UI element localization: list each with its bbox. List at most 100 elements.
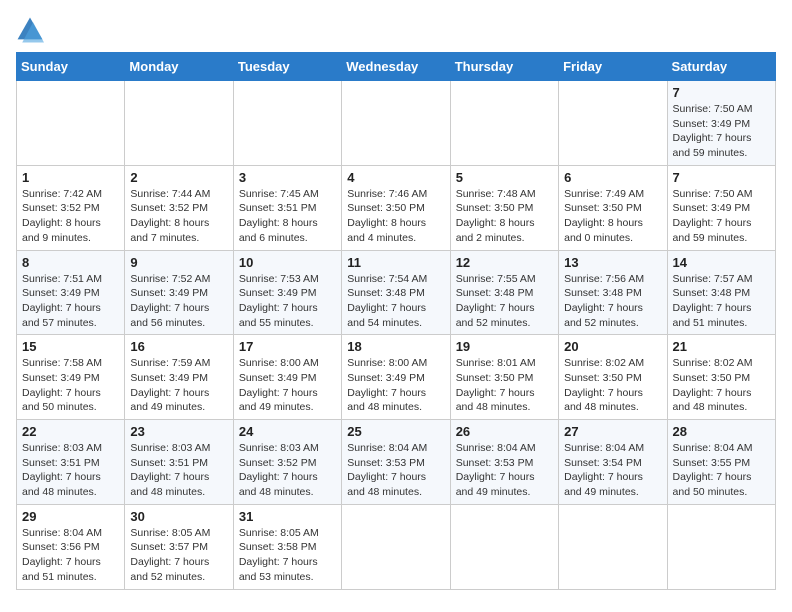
day-detail: Sunrise: 8:00 AMSunset: 3:49 PMDaylight:… — [347, 356, 444, 415]
calendar-week-row: 29 Sunrise: 8:04 AMSunset: 3:56 PMDaylig… — [17, 504, 776, 589]
logo — [16, 16, 48, 44]
day-detail: Sunrise: 8:03 AMSunset: 3:51 PMDaylight:… — [130, 441, 227, 500]
day-detail: Sunrise: 7:45 AMSunset: 3:51 PMDaylight:… — [239, 187, 336, 246]
header-friday: Friday — [559, 53, 667, 81]
day-number: 7 — [673, 85, 770, 100]
calendar-cell: 21 Sunrise: 8:02 AMSunset: 3:50 PMDaylig… — [667, 335, 775, 420]
day-number: 2 — [130, 170, 227, 185]
day-detail: Sunrise: 7:51 AMSunset: 3:49 PMDaylight:… — [22, 272, 119, 331]
calendar-cell — [450, 504, 558, 589]
calendar-cell: 10 Sunrise: 7:53 AMSunset: 3:49 PMDaylig… — [233, 250, 341, 335]
calendar-cell: 28 Sunrise: 8:04 AMSunset: 3:55 PMDaylig… — [667, 420, 775, 505]
calendar-cell: 29 Sunrise: 8:04 AMSunset: 3:56 PMDaylig… — [17, 504, 125, 589]
header-thursday: Thursday — [450, 53, 558, 81]
day-number: 1 — [22, 170, 119, 185]
day-detail: Sunrise: 7:54 AMSunset: 3:48 PMDaylight:… — [347, 272, 444, 331]
calendar-cell: 6 Sunrise: 7:49 AMSunset: 3:50 PMDayligh… — [559, 165, 667, 250]
calendar-cell: 7 Sunrise: 7:50 AMSunset: 3:49 PMDayligh… — [667, 81, 775, 166]
calendar-cell: 11 Sunrise: 7:54 AMSunset: 3:48 PMDaylig… — [342, 250, 450, 335]
day-number: 27 — [564, 424, 661, 439]
day-number: 29 — [22, 509, 119, 524]
day-number: 9 — [130, 255, 227, 270]
calendar-cell: 20 Sunrise: 8:02 AMSunset: 3:50 PMDaylig… — [559, 335, 667, 420]
day-number: 17 — [239, 339, 336, 354]
day-number: 5 — [456, 170, 553, 185]
day-detail: Sunrise: 8:01 AMSunset: 3:50 PMDaylight:… — [456, 356, 553, 415]
calendar-week-row: 22 Sunrise: 8:03 AMSunset: 3:51 PMDaylig… — [17, 420, 776, 505]
day-number: 26 — [456, 424, 553, 439]
calendar-cell: 2 Sunrise: 7:44 AMSunset: 3:52 PMDayligh… — [125, 165, 233, 250]
calendar-cell: 15 Sunrise: 7:58 AMSunset: 3:49 PMDaylig… — [17, 335, 125, 420]
calendar-cell: 16 Sunrise: 7:59 AMSunset: 3:49 PMDaylig… — [125, 335, 233, 420]
calendar-cell — [559, 504, 667, 589]
calendar-cell: 18 Sunrise: 8:00 AMSunset: 3:49 PMDaylig… — [342, 335, 450, 420]
day-number: 31 — [239, 509, 336, 524]
calendar-cell: 22 Sunrise: 8:03 AMSunset: 3:51 PMDaylig… — [17, 420, 125, 505]
day-number: 14 — [673, 255, 770, 270]
header-monday: Monday — [125, 53, 233, 81]
day-number: 16 — [130, 339, 227, 354]
calendar-cell: 25 Sunrise: 8:04 AMSunset: 3:53 PMDaylig… — [342, 420, 450, 505]
day-number: 10 — [239, 255, 336, 270]
calendar-cell: 23 Sunrise: 8:03 AMSunset: 3:51 PMDaylig… — [125, 420, 233, 505]
day-number: 28 — [673, 424, 770, 439]
calendar-cell: 3 Sunrise: 7:45 AMSunset: 3:51 PMDayligh… — [233, 165, 341, 250]
day-number: 22 — [22, 424, 119, 439]
day-detail: Sunrise: 7:48 AMSunset: 3:50 PMDaylight:… — [456, 187, 553, 246]
day-detail: Sunrise: 7:58 AMSunset: 3:49 PMDaylight:… — [22, 356, 119, 415]
calendar-cell — [450, 81, 558, 166]
day-detail: Sunrise: 7:55 AMSunset: 3:48 PMDaylight:… — [456, 272, 553, 331]
day-number: 7 — [673, 170, 770, 185]
day-detail: Sunrise: 7:57 AMSunset: 3:48 PMDaylight:… — [673, 272, 770, 331]
day-detail: Sunrise: 8:00 AMSunset: 3:49 PMDaylight:… — [239, 356, 336, 415]
day-number: 25 — [347, 424, 444, 439]
calendar-cell: 7 Sunrise: 7:50 AMSunset: 3:49 PMDayligh… — [667, 165, 775, 250]
day-detail: Sunrise: 7:59 AMSunset: 3:49 PMDaylight:… — [130, 356, 227, 415]
day-detail: Sunrise: 8:03 AMSunset: 3:51 PMDaylight:… — [22, 441, 119, 500]
calendar-cell: 27 Sunrise: 8:04 AMSunset: 3:54 PMDaylig… — [559, 420, 667, 505]
day-detail: Sunrise: 8:05 AMSunset: 3:58 PMDaylight:… — [239, 526, 336, 585]
day-number: 30 — [130, 509, 227, 524]
day-number: 19 — [456, 339, 553, 354]
calendar-cell: 30 Sunrise: 8:05 AMSunset: 3:57 PMDaylig… — [125, 504, 233, 589]
day-detail: Sunrise: 8:02 AMSunset: 3:50 PMDaylight:… — [673, 356, 770, 415]
calendar-week-row: 8 Sunrise: 7:51 AMSunset: 3:49 PMDayligh… — [17, 250, 776, 335]
day-number: 15 — [22, 339, 119, 354]
day-detail: Sunrise: 8:02 AMSunset: 3:50 PMDaylight:… — [564, 356, 661, 415]
day-detail: Sunrise: 7:49 AMSunset: 3:50 PMDaylight:… — [564, 187, 661, 246]
day-detail: Sunrise: 8:05 AMSunset: 3:57 PMDaylight:… — [130, 526, 227, 585]
day-detail: Sunrise: 8:04 AMSunset: 3:53 PMDaylight:… — [347, 441, 444, 500]
day-detail: Sunrise: 7:53 AMSunset: 3:49 PMDaylight:… — [239, 272, 336, 331]
calendar-cell: 4 Sunrise: 7:46 AMSunset: 3:50 PMDayligh… — [342, 165, 450, 250]
day-detail: Sunrise: 7:50 AMSunset: 3:49 PMDaylight:… — [673, 187, 770, 246]
calendar-week-row: 15 Sunrise: 7:58 AMSunset: 3:49 PMDaylig… — [17, 335, 776, 420]
day-number: 4 — [347, 170, 444, 185]
calendar-cell: 8 Sunrise: 7:51 AMSunset: 3:49 PMDayligh… — [17, 250, 125, 335]
day-number: 18 — [347, 339, 444, 354]
calendar-cell: 5 Sunrise: 7:48 AMSunset: 3:50 PMDayligh… — [450, 165, 558, 250]
calendar-cell — [233, 81, 341, 166]
day-number: 23 — [130, 424, 227, 439]
calendar-cell: 13 Sunrise: 7:56 AMSunset: 3:48 PMDaylig… — [559, 250, 667, 335]
day-detail: Sunrise: 8:04 AMSunset: 3:53 PMDaylight:… — [456, 441, 553, 500]
day-detail: Sunrise: 7:44 AMSunset: 3:52 PMDaylight:… — [130, 187, 227, 246]
day-number: 6 — [564, 170, 661, 185]
day-detail: Sunrise: 8:04 AMSunset: 3:54 PMDaylight:… — [564, 441, 661, 500]
calendar-cell: 24 Sunrise: 8:03 AMSunset: 3:52 PMDaylig… — [233, 420, 341, 505]
calendar-cell: 31 Sunrise: 8:05 AMSunset: 3:58 PMDaylig… — [233, 504, 341, 589]
calendar-cell — [125, 81, 233, 166]
header-tuesday: Tuesday — [233, 53, 341, 81]
calendar-week-row: 7 Sunrise: 7:50 AMSunset: 3:49 PMDayligh… — [17, 81, 776, 166]
day-detail: Sunrise: 7:52 AMSunset: 3:49 PMDaylight:… — [130, 272, 227, 331]
calendar-cell — [342, 504, 450, 589]
day-number: 24 — [239, 424, 336, 439]
day-detail: Sunrise: 8:04 AMSunset: 3:55 PMDaylight:… — [673, 441, 770, 500]
day-number: 13 — [564, 255, 661, 270]
calendar-cell: 14 Sunrise: 7:57 AMSunset: 3:48 PMDaylig… — [667, 250, 775, 335]
header-saturday: Saturday — [667, 53, 775, 81]
day-detail: Sunrise: 8:03 AMSunset: 3:52 PMDaylight:… — [239, 441, 336, 500]
calendar-cell: 9 Sunrise: 7:52 AMSunset: 3:49 PMDayligh… — [125, 250, 233, 335]
day-detail: Sunrise: 7:50 AMSunset: 3:49 PMDaylight:… — [673, 102, 770, 161]
calendar-cell: 26 Sunrise: 8:04 AMSunset: 3:53 PMDaylig… — [450, 420, 558, 505]
header-wednesday: Wednesday — [342, 53, 450, 81]
